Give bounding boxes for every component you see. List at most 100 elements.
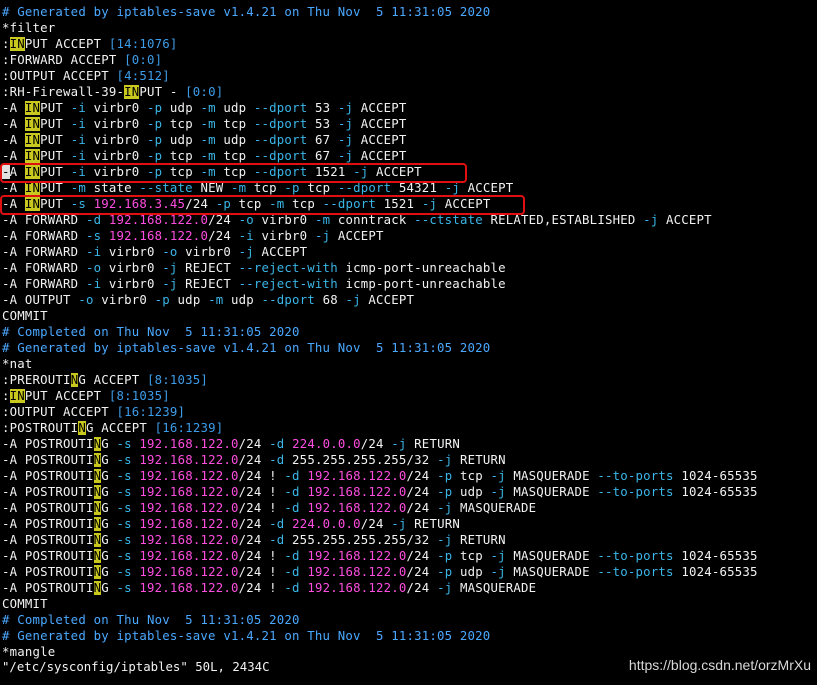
terminal-line: # Completed on Thu Nov 5 11:31:05 2020	[2, 324, 300, 340]
line-segment: 192.168.122.0	[139, 469, 239, 483]
terminal-line: -A INPUT -i virbr0 -p tcp -m tcp --dport…	[2, 148, 407, 164]
terminal-line: -A FORWARD -o virbr0 -j REJECT --reject-…	[2, 260, 506, 276]
search-match: IN	[24, 101, 41, 115]
line-segment: 192.168.122.0	[139, 453, 239, 467]
line-segment: tcp	[452, 469, 491, 483]
line-segment: -m	[208, 293, 224, 307]
line-segment: -o	[162, 245, 178, 259]
line-segment: RETURN	[452, 453, 506, 467]
line-segment: --dport	[337, 181, 392, 195]
line-segment: -p	[284, 181, 300, 195]
line-segment: -s	[116, 517, 132, 531]
line-segment: -m	[200, 149, 216, 163]
line-segment: MASQUERADE	[452, 501, 537, 515]
terminal-line: :OUTPUT ACCEPT [16:1239]	[2, 404, 185, 420]
line-segment: -A FORWARD	[2, 261, 86, 275]
line-segment: -d	[269, 517, 285, 531]
line-segment: virbr0	[253, 229, 315, 243]
line-segment: *filter	[2, 21, 56, 35]
line-segment: 53	[307, 117, 338, 131]
line-segment: # Completed on Thu Nov 5 11:31:05 2020	[2, 613, 300, 627]
line-segment: /24 !	[238, 549, 285, 563]
line-segment: udp	[169, 293, 209, 307]
line-segment: -m	[70, 181, 86, 195]
line-segment: -s	[116, 581, 132, 595]
terminal-line: :POSTROUTING ACCEPT [16:1239]	[2, 420, 223, 436]
line-segment: -d	[284, 549, 300, 563]
line-segment: virbr0	[93, 293, 155, 307]
line-segment: -i	[70, 117, 86, 131]
line-segment: -o	[85, 261, 102, 275]
line-segment: G	[101, 549, 117, 563]
line-segment: /24	[406, 581, 438, 595]
line-segment: ACCEPT	[459, 181, 514, 195]
line-segment: udp	[452, 565, 491, 579]
line-segment: COMMIT	[2, 597, 48, 611]
terminal-line: -A POSTROUTING -s 192.168.122.0/24 ! -d …	[2, 500, 536, 516]
line-segment: -A POSTROUTI	[2, 501, 94, 515]
line-segment: -d	[269, 533, 285, 547]
line-segment: 1024-65535	[673, 549, 758, 563]
line-segment: -j	[314, 229, 331, 243]
search-match: IN	[24, 181, 41, 195]
line-segment: 192.168.122.0	[307, 469, 407, 483]
terminal-line: :RH-Firewall-39-INPUT - [0:0]	[2, 84, 223, 100]
line-segment: [0:0]	[185, 85, 224, 99]
line-segment: 192.168.122.0	[108, 229, 209, 243]
line-segment: --reject-with	[238, 277, 338, 291]
line-segment: -j	[437, 533, 453, 547]
line-segment: -j	[345, 293, 361, 307]
line-segment: -s	[116, 565, 132, 579]
terminal-line: :INPUT ACCEPT [14:1076]	[2, 36, 178, 52]
line-segment: 192.168.122.0	[139, 549, 239, 563]
terminal-line: :PREROUTING ACCEPT [8:1035]	[2, 372, 208, 388]
line-segment: -j	[162, 261, 178, 275]
line-segment: RETURN	[406, 437, 460, 451]
terminal-line: -A INPUT -i virbr0 -p udp -m udp --dport…	[2, 100, 407, 116]
line-segment: PUT	[40, 181, 71, 195]
line-segment: -m	[314, 213, 331, 227]
line-segment: MASQUERADE	[505, 549, 598, 563]
line-segment: 192.168.122.0	[139, 501, 239, 515]
line-segment: # Generated by iptables-save v1.4.21 on …	[2, 629, 491, 643]
line-segment: -d	[269, 453, 285, 467]
line-segment: -p	[147, 133, 163, 147]
line-segment: tcp	[162, 117, 201, 131]
line-segment: -A POSTROUTI	[2, 469, 94, 483]
line-segment: -A POSTROUTI	[2, 453, 94, 467]
line-segment: -j	[391, 517, 407, 531]
line-segment	[101, 213, 109, 227]
line-segment: ACCEPT	[353, 101, 407, 115]
line-segment: -p	[147, 117, 163, 131]
line-segment: 192.168.122.0	[139, 565, 239, 579]
terminal-line: :INPUT ACCEPT [8:1035]	[2, 388, 170, 404]
line-segment: 192.168.122.0	[307, 501, 407, 515]
line-segment: G	[101, 453, 117, 467]
line-segment: -m	[230, 181, 247, 195]
line-segment: COMMIT	[2, 309, 48, 323]
line-segment: -A POSTROUTI	[2, 533, 94, 547]
line-segment: -A	[2, 101, 25, 115]
line-segment: -s	[116, 549, 132, 563]
line-segment: REJECT	[177, 277, 239, 291]
search-match: IN	[9, 389, 25, 403]
line-segment: ACCEPT	[353, 149, 407, 163]
terminal-line: -A POSTROUTING -s 192.168.122.0/24 ! -d …	[2, 580, 536, 596]
line-segment: tcp	[452, 549, 491, 563]
line-segment: /24	[406, 485, 438, 499]
line-segment: G	[101, 581, 117, 595]
line-segment: [14:1076]	[108, 37, 178, 51]
terminal-window[interactable]: # Generated by iptables-save v1.4.21 on …	[0, 0, 817, 685]
line-segment: -p	[437, 549, 453, 563]
line-segment: /24 !	[238, 485, 285, 499]
line-segment: -A FORWARD	[2, 213, 86, 227]
terminal-line: *nat	[2, 356, 33, 372]
line-segment: -j	[490, 565, 506, 579]
line-segment: NEW	[192, 181, 231, 195]
line-segment: [16:1239]	[154, 421, 224, 435]
line-segment: 192.168.122.0	[139, 517, 239, 531]
line-segment: virbr0	[101, 245, 163, 259]
terminal-line: -A POSTROUTING -s 192.168.122.0/24 ! -d …	[2, 548, 758, 564]
line-segment: G ACCEPT	[85, 421, 155, 435]
line-segment: -A	[2, 117, 25, 131]
